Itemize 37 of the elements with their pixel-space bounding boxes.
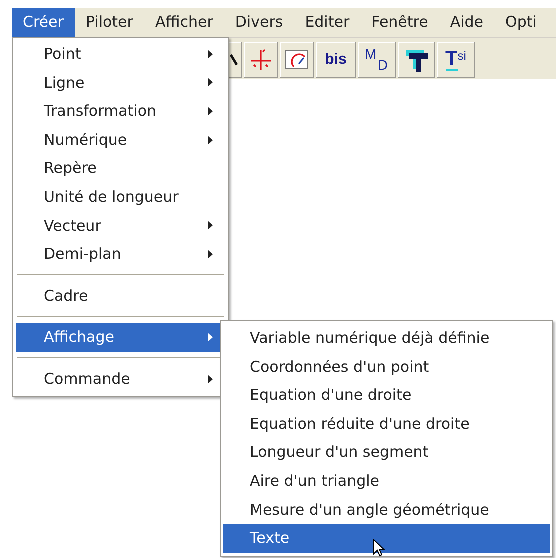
menu-item[interactable]: Ligne bbox=[16, 68, 225, 98]
menu-item[interactable]: Aire d'un triangle bbox=[223, 466, 550, 496]
menu-item[interactable]: Cadre bbox=[16, 282, 225, 310]
gauge-icon bbox=[285, 49, 309, 71]
menu-bar-item[interactable]: Fenêtre bbox=[360, 8, 440, 37]
menu-bar-item[interactable]: Afficher bbox=[144, 8, 224, 37]
menu-bar-item[interactable]: Editer bbox=[294, 8, 361, 37]
menu-item[interactable]: Longueur d'un segment bbox=[223, 438, 550, 467]
menu-item[interactable]: Variable numérique déjà définie bbox=[223, 324, 550, 353]
toolbar-button[interactable]: M D bbox=[358, 42, 396, 78]
toolbar-label: T bbox=[446, 49, 458, 71]
menu-item[interactable]: Coordonnées d'un point bbox=[223, 352, 550, 382]
menu-bar-item[interactable]: Opti bbox=[494, 8, 548, 37]
menu-bar-item[interactable]: Créer bbox=[12, 8, 75, 37]
menu-item[interactable]: Demi-plan bbox=[16, 240, 225, 269]
toolbar-label: D bbox=[378, 56, 388, 75]
menu-item[interactable]: Numérique bbox=[16, 126, 225, 154]
menu-item[interactable]: Mesure d'un angle géométrique bbox=[223, 496, 550, 524]
menu-item[interactable]: Equation réduite d'une droite bbox=[223, 410, 550, 438]
toolbar-button[interactable] bbox=[228, 42, 242, 78]
menu-item[interactable]: Repère bbox=[16, 154, 225, 183]
tool-icon bbox=[230, 53, 240, 67]
toolbar-label: M bbox=[365, 45, 377, 64]
menu-bar-item[interactable]: Piloter bbox=[74, 8, 144, 37]
menu-item[interactable]: Unité de longueur bbox=[16, 182, 225, 212]
menu-bar-item[interactable]: Aide bbox=[439, 8, 495, 37]
menu-item[interactable]: Commande bbox=[16, 364, 225, 394]
menu-item[interactable]: Transformation bbox=[16, 97, 225, 126]
toolbar-button[interactable]: bis bbox=[316, 42, 356, 78]
menu-bar-item[interactable]: Divers bbox=[224, 8, 294, 37]
menu-item[interactable]: Equation d'une droite bbox=[223, 381, 550, 410]
toolbar-label: si bbox=[458, 50, 466, 62]
menu-item[interactable]: Vecteur bbox=[16, 212, 225, 240]
toolbar-button[interactable] bbox=[398, 42, 435, 78]
letter-t-icon bbox=[404, 47, 430, 73]
menu-item[interactable]: Point bbox=[16, 40, 225, 69]
axes-icon bbox=[249, 48, 273, 72]
